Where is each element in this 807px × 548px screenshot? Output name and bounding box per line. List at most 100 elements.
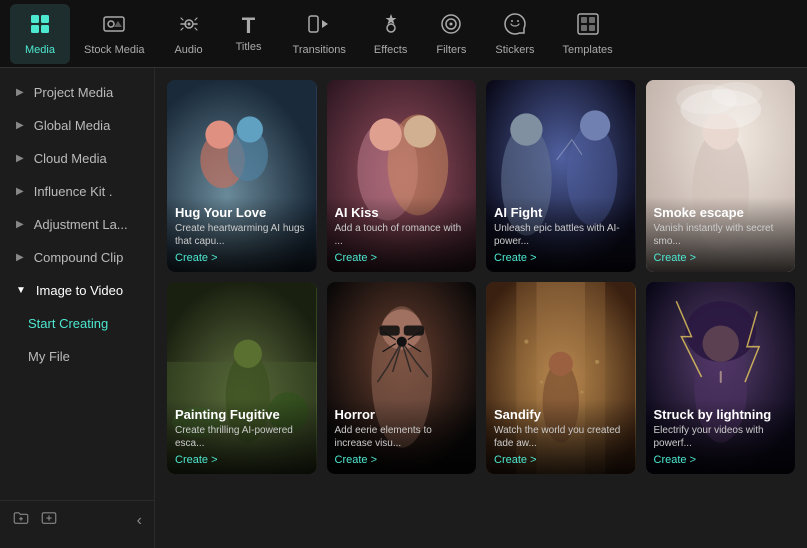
sidebar-item-cloud-media[interactable]: ▶ Cloud Media [0,142,154,175]
templates-icon [576,12,600,40]
nav-item-stickers[interactable]: Stickers [481,4,548,64]
stock-media-icon [102,12,126,40]
sidebar-item-image-to-video[interactable]: ▼ Image to Video [0,274,154,307]
card-create-hug[interactable]: Create > [175,252,309,264]
card-desc-fight: Unleash epic battles with AI-power... [494,222,628,248]
sidebar-label-start-creating: Start Creating [28,316,108,331]
card-title-horror: Horror [335,407,469,422]
chevron-right-icon-2: ▶ [16,120,24,131]
card-create-smoke[interactable]: Create > [654,252,788,264]
card-ai-fight[interactable]: AI Fight Unleash epic battles with AI-po… [486,80,636,272]
card-desc-hug: Create heartwarming AI hugs that capu... [175,222,309,248]
sidebar-item-compound-clip[interactable]: ▶ Compound Clip [0,241,154,274]
sidebar-label-global-media: Global Media [34,118,111,133]
card-title-sandify: Sandify [494,407,628,422]
sidebar-item-project-media[interactable]: ▶ Project Media [0,76,154,109]
sidebar: ▶ Project Media ▶ Global Media ▶ Cloud M… [0,68,155,548]
sidebar-bottom: ‹ [0,500,154,540]
card-desc-painting: Create thrilling AI-powered esca... [175,424,309,450]
main-area: ▶ Project Media ▶ Global Media ▶ Cloud M… [0,68,807,548]
card-overlay-hug: Hug Your Love Create heartwarming AI hug… [167,197,317,272]
chevron-down-icon: ▼ [16,285,26,296]
card-overlay-kiss: AI Kiss Add a touch of romance with ... … [327,197,477,272]
card-create-lightning[interactable]: Create > [654,454,788,466]
card-title-painting: Painting Fugitive [175,407,309,422]
filters-icon [439,12,463,40]
folder-add-icon[interactable] [12,509,30,532]
cards-grid: Hug Your Love Create heartwarming AI hug… [167,80,795,474]
top-nav: Media Stock Media Audio T Titles [0,0,807,68]
card-desc-sandify: Watch the world you created fade aw... [494,424,628,450]
card-desc-smoke: Vanish instantly with secret smo... [654,222,788,248]
sidebar-collapse-icon[interactable]: ‹ [137,512,142,530]
card-title-hug: Hug Your Love [175,205,309,220]
nav-item-transitions[interactable]: Transitions [279,4,360,64]
chevron-right-icon-3: ▶ [16,153,24,164]
titles-icon: T [242,15,255,37]
card-struck-by-lightning[interactable]: Struck by lightning Electrify your video… [646,282,796,474]
nav-label-titles: Titles [236,41,262,53]
card-desc-kiss: Add a touch of romance with ... [335,222,469,248]
card-title-fight: AI Fight [494,205,628,220]
card-overlay-sandify: Sandify Watch the world you created fade… [486,399,636,474]
card-smoke-escape[interactable]: Smoke escape Vanish instantly with secre… [646,80,796,272]
card-overlay-horror: Horror Add eerie elements to increase vi… [327,399,477,474]
sidebar-item-adjustment[interactable]: ▶ Adjustment La... [0,208,154,241]
nav-label-templates: Templates [562,44,612,56]
card-title-lightning: Struck by lightning [654,407,788,422]
nav-label-effects: Effects [374,44,407,56]
sidebar-item-global-media[interactable]: ▶ Global Media [0,109,154,142]
nav-item-templates[interactable]: Templates [548,4,626,64]
card-create-fight[interactable]: Create > [494,252,628,264]
nav-item-audio[interactable]: Audio [159,4,219,64]
sidebar-label-cloud-media: Cloud Media [34,151,107,166]
card-desc-horror: Add eerie elements to increase visu... [335,424,469,450]
card-create-painting[interactable]: Create > [175,454,309,466]
card-desc-lightning: Electrify your videos with powerf... [654,424,788,450]
sidebar-item-influence-kit[interactable]: ▶ Influence Kit . [0,175,154,208]
sidebar-label-project-media: Project Media [34,85,113,100]
card-title-kiss: AI Kiss [335,205,469,220]
sidebar-item-my-file[interactable]: My File [0,340,154,373]
card-ai-kiss[interactable]: AI Kiss Add a touch of romance with ... … [327,80,477,272]
card-painting-fugitive[interactable]: Painting Fugitive Create thrilling AI-po… [167,282,317,474]
nav-label-filters: Filters [436,44,466,56]
card-overlay-painting: Painting Fugitive Create thrilling AI-po… [167,399,317,474]
audio-icon [177,12,201,40]
card-overlay-lightning: Struck by lightning Electrify your video… [646,399,796,474]
nav-item-titles[interactable]: T Titles [219,7,279,61]
nav-item-stock-media[interactable]: Stock Media [70,4,159,64]
sidebar-item-start-creating[interactable]: Start Creating [0,307,154,340]
chevron-right-icon-5: ▶ [16,219,24,230]
card-sandify[interactable]: Sandify Watch the world you created fade… [486,282,636,474]
card-overlay-smoke: Smoke escape Vanish instantly with secre… [646,197,796,272]
card-overlay-fight: AI Fight Unleash epic battles with AI-po… [486,197,636,272]
nav-label-audio: Audio [174,44,202,56]
stickers-icon [503,12,527,40]
chevron-right-icon: ▶ [16,87,24,98]
media-add-icon[interactable] [40,509,58,532]
sidebar-label-compound: Compound Clip [34,250,124,265]
nav-label-transitions: Transitions [293,44,346,56]
chevron-right-icon-6: ▶ [16,252,24,263]
chevron-right-icon-4: ▶ [16,186,24,197]
card-horror[interactable]: Horror Add eerie elements to increase vi… [327,282,477,474]
nav-item-filters[interactable]: Filters [421,4,481,64]
nav-label-stock: Stock Media [84,44,145,56]
content-area: Hug Your Love Create heartwarming AI hug… [155,68,807,548]
nav-item-effects[interactable]: Effects [360,4,421,64]
media-icon [28,12,52,40]
card-create-sandify[interactable]: Create > [494,454,628,466]
nav-item-media[interactable]: Media [10,4,70,64]
sidebar-label-influence-kit: Influence Kit . [34,184,113,199]
card-hug-your-love[interactable]: Hug Your Love Create heartwarming AI hug… [167,80,317,272]
transitions-icon [307,12,331,40]
nav-label-media: Media [25,44,55,56]
nav-label-stickers: Stickers [495,44,534,56]
sidebar-label-image-to-video: Image to Video [36,283,123,298]
effects-icon [379,12,403,40]
card-create-horror[interactable]: Create > [335,454,469,466]
sidebar-label-my-file: My File [28,349,70,364]
card-create-kiss[interactable]: Create > [335,252,469,264]
card-title-smoke: Smoke escape [654,205,788,220]
